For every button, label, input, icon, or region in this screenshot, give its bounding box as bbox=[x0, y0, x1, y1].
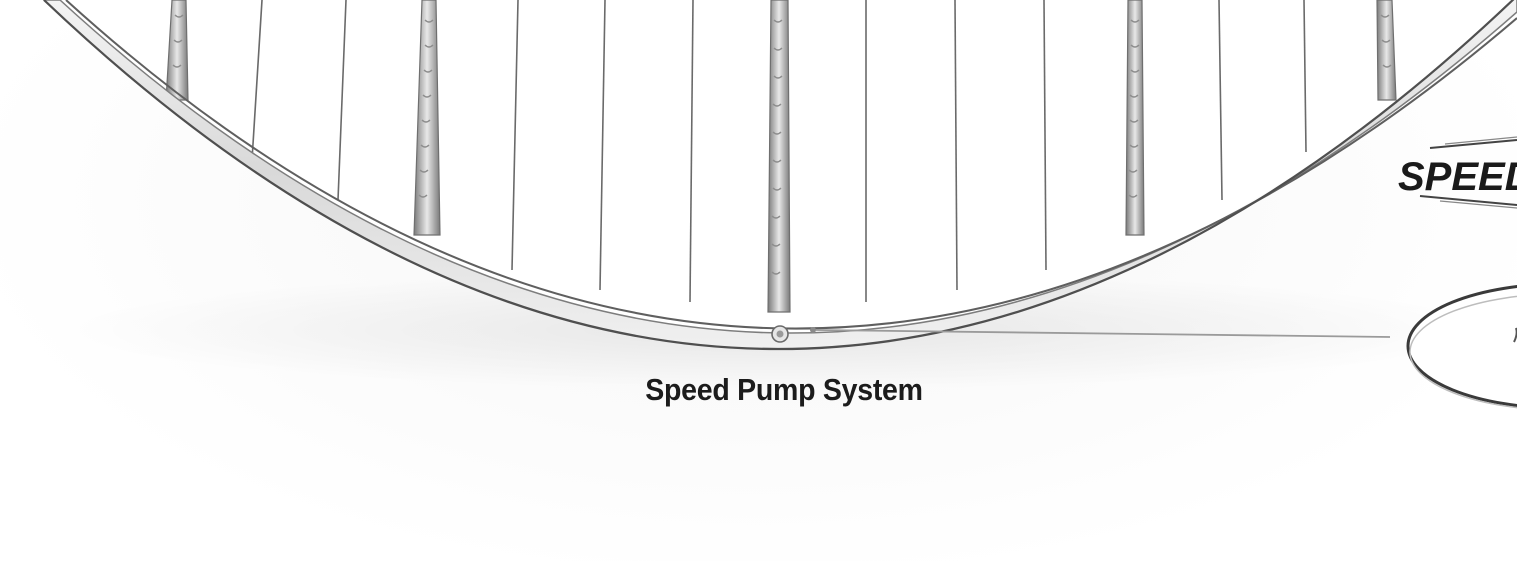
callout-label-speed-pump-system: Speed Pump System bbox=[645, 372, 923, 407]
diagram-canvas: SPEED Speed Pump System bbox=[0, 0, 1517, 561]
right-callout-bubble bbox=[1406, 285, 1517, 409]
speed-logo: SPEED bbox=[1398, 136, 1517, 209]
kite-canopy-illustration: SPEED bbox=[42, 0, 1517, 409]
leader-dot bbox=[810, 327, 816, 333]
pump-valve-icon bbox=[771, 325, 789, 343]
speed-logo-text: SPEED bbox=[1398, 155, 1517, 199]
